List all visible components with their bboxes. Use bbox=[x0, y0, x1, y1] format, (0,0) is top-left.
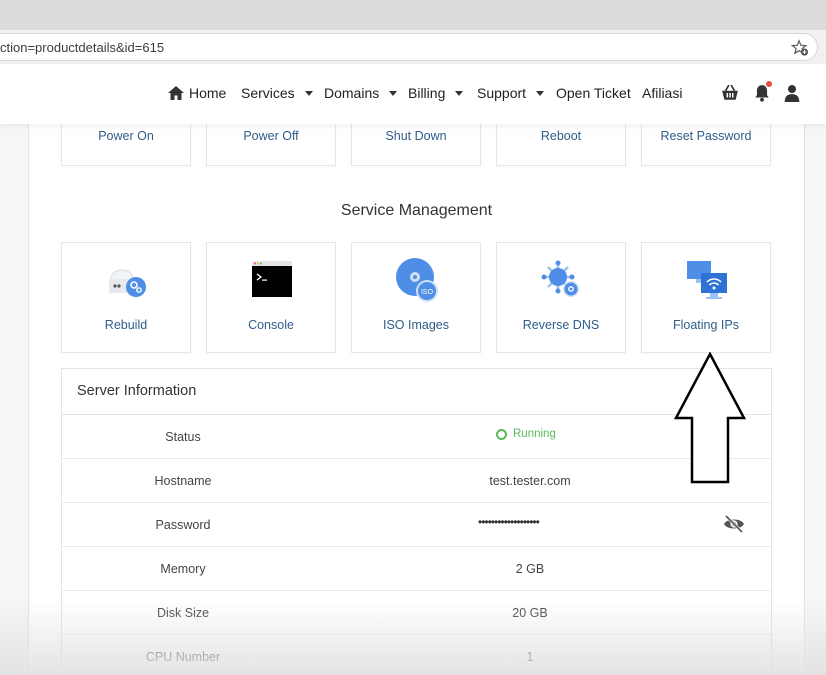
floating-ips-label: Floating IPs bbox=[672, 318, 739, 332]
cpu-number-value: 1 bbox=[526, 650, 534, 664]
table-row: Status Running bbox=[62, 415, 771, 459]
chevron-down-icon bbox=[536, 90, 545, 96]
table-row: Hostname test.tester.com bbox=[62, 459, 771, 503]
rebuild-icon bbox=[109, 269, 146, 297]
power-off-button[interactable]: Power Off bbox=[206, 124, 336, 166]
iso-images-button[interactable]: ISO ISO Images bbox=[351, 242, 481, 353]
rebuild-label: Rebuild bbox=[104, 318, 148, 332]
iso-images-label: ISO Images bbox=[383, 318, 449, 332]
hostname-label: Hostname bbox=[154, 474, 212, 488]
chevron-down-icon bbox=[389, 90, 398, 96]
browser-toolbar: ction=productdetails&id=615 bbox=[0, 30, 826, 64]
annotation-arrow-up-icon bbox=[674, 352, 746, 484]
table-row: CPU Number 1 bbox=[62, 635, 771, 675]
console-button[interactable]: Console bbox=[206, 242, 336, 353]
shut-down-button[interactable]: Shut Down bbox=[351, 124, 481, 166]
password-value: ••••••••••••••••••• bbox=[478, 515, 540, 529]
power-off-label: Power Off bbox=[243, 129, 299, 143]
user-icon[interactable] bbox=[783, 84, 801, 102]
home-icon bbox=[168, 86, 184, 100]
server-information-header: Server Information bbox=[62, 369, 771, 415]
nav-open-ticket-label: Open Ticket bbox=[556, 85, 631, 101]
table-row: Password ••••••••••••••••••• bbox=[62, 503, 771, 547]
nav-billing[interactable]: Billing bbox=[408, 85, 464, 101]
memory-label: Memory bbox=[160, 562, 206, 576]
nav-services[interactable]: Services bbox=[241, 85, 313, 101]
nav-home-label: Home bbox=[189, 85, 227, 101]
address-url[interactable]: ction=productdetails&id=615 bbox=[0, 40, 164, 55]
server-information-panel: Server Information Status Running Hostna… bbox=[61, 368, 772, 675]
shut-down-label: Shut Down bbox=[385, 129, 447, 143]
nav-open-ticket[interactable]: Open Ticket bbox=[556, 85, 631, 101]
console-label: Console bbox=[248, 318, 294, 332]
table-row: Memory 2 GB bbox=[62, 547, 771, 591]
basket-icon[interactable] bbox=[721, 84, 739, 102]
star-plus-icon[interactable] bbox=[791, 39, 809, 57]
reverse-dns-icon bbox=[541, 260, 579, 297]
reverse-dns-button[interactable]: Reverse DNS bbox=[496, 242, 626, 353]
status-value: Running bbox=[513, 428, 556, 440]
rebuild-button[interactable]: Rebuild bbox=[61, 242, 191, 353]
hostname-value: test.tester.com bbox=[489, 474, 571, 488]
reset-password-label: Reset Password bbox=[660, 129, 752, 143]
notification-dot bbox=[766, 81, 772, 87]
browser-tab-strip bbox=[0, 0, 826, 30]
service-management-title: Service Management bbox=[340, 202, 493, 219]
address-bar[interactable]: ction=productdetails&id=615 bbox=[0, 33, 818, 61]
status-label: Status bbox=[165, 430, 201, 444]
power-on-button[interactable]: Power On bbox=[61, 124, 191, 166]
nav-affiliate-label: Afiliasi bbox=[642, 85, 683, 101]
chevron-down-icon bbox=[455, 90, 464, 96]
status-circle-icon bbox=[496, 428, 507, 440]
iso-badge-text: ISO bbox=[421, 289, 434, 296]
nav-affiliate[interactable]: Afiliasi bbox=[642, 85, 682, 101]
reboot-button[interactable]: Reboot bbox=[496, 124, 626, 166]
disk-size-label: Disk Size bbox=[156, 606, 210, 620]
nav-home[interactable]: Home bbox=[168, 85, 226, 101]
server-information-title: Server Information bbox=[77, 383, 197, 399]
reboot-label: Reboot bbox=[540, 129, 582, 143]
password-label: Password bbox=[155, 518, 211, 532]
floating-ip-icon bbox=[687, 261, 727, 299]
nav-domains-label: Domains bbox=[324, 85, 380, 101]
cpu-number-label: CPU Number bbox=[145, 650, 221, 664]
chevron-down-icon bbox=[304, 90, 313, 96]
eye-slash-icon[interactable] bbox=[723, 514, 745, 534]
nav-domains[interactable]: Domains bbox=[324, 85, 398, 101]
iso-icon: ISO bbox=[396, 258, 438, 302]
site-navbar: Home Services Domains Billing Support Op… bbox=[0, 64, 826, 124]
power-on-label: Power On bbox=[98, 129, 154, 143]
nav-support[interactable]: Support bbox=[477, 85, 545, 101]
nav-billing-label: Billing bbox=[408, 85, 446, 101]
disk-size-value: 20 GB bbox=[512, 606, 548, 620]
status-badge: Running bbox=[496, 428, 556, 440]
nav-support-label: Support bbox=[477, 85, 527, 101]
floating-ips-button[interactable]: Floating IPs bbox=[641, 242, 771, 353]
console-icon bbox=[252, 261, 292, 297]
reverse-dns-label: Reverse DNS bbox=[522, 318, 600, 332]
memory-value: 2 GB bbox=[515, 562, 545, 576]
reset-password-button[interactable]: Reset Password bbox=[641, 124, 771, 166]
nav-services-label: Services bbox=[241, 85, 295, 101]
table-row: Disk Size 20 GB bbox=[62, 591, 771, 635]
